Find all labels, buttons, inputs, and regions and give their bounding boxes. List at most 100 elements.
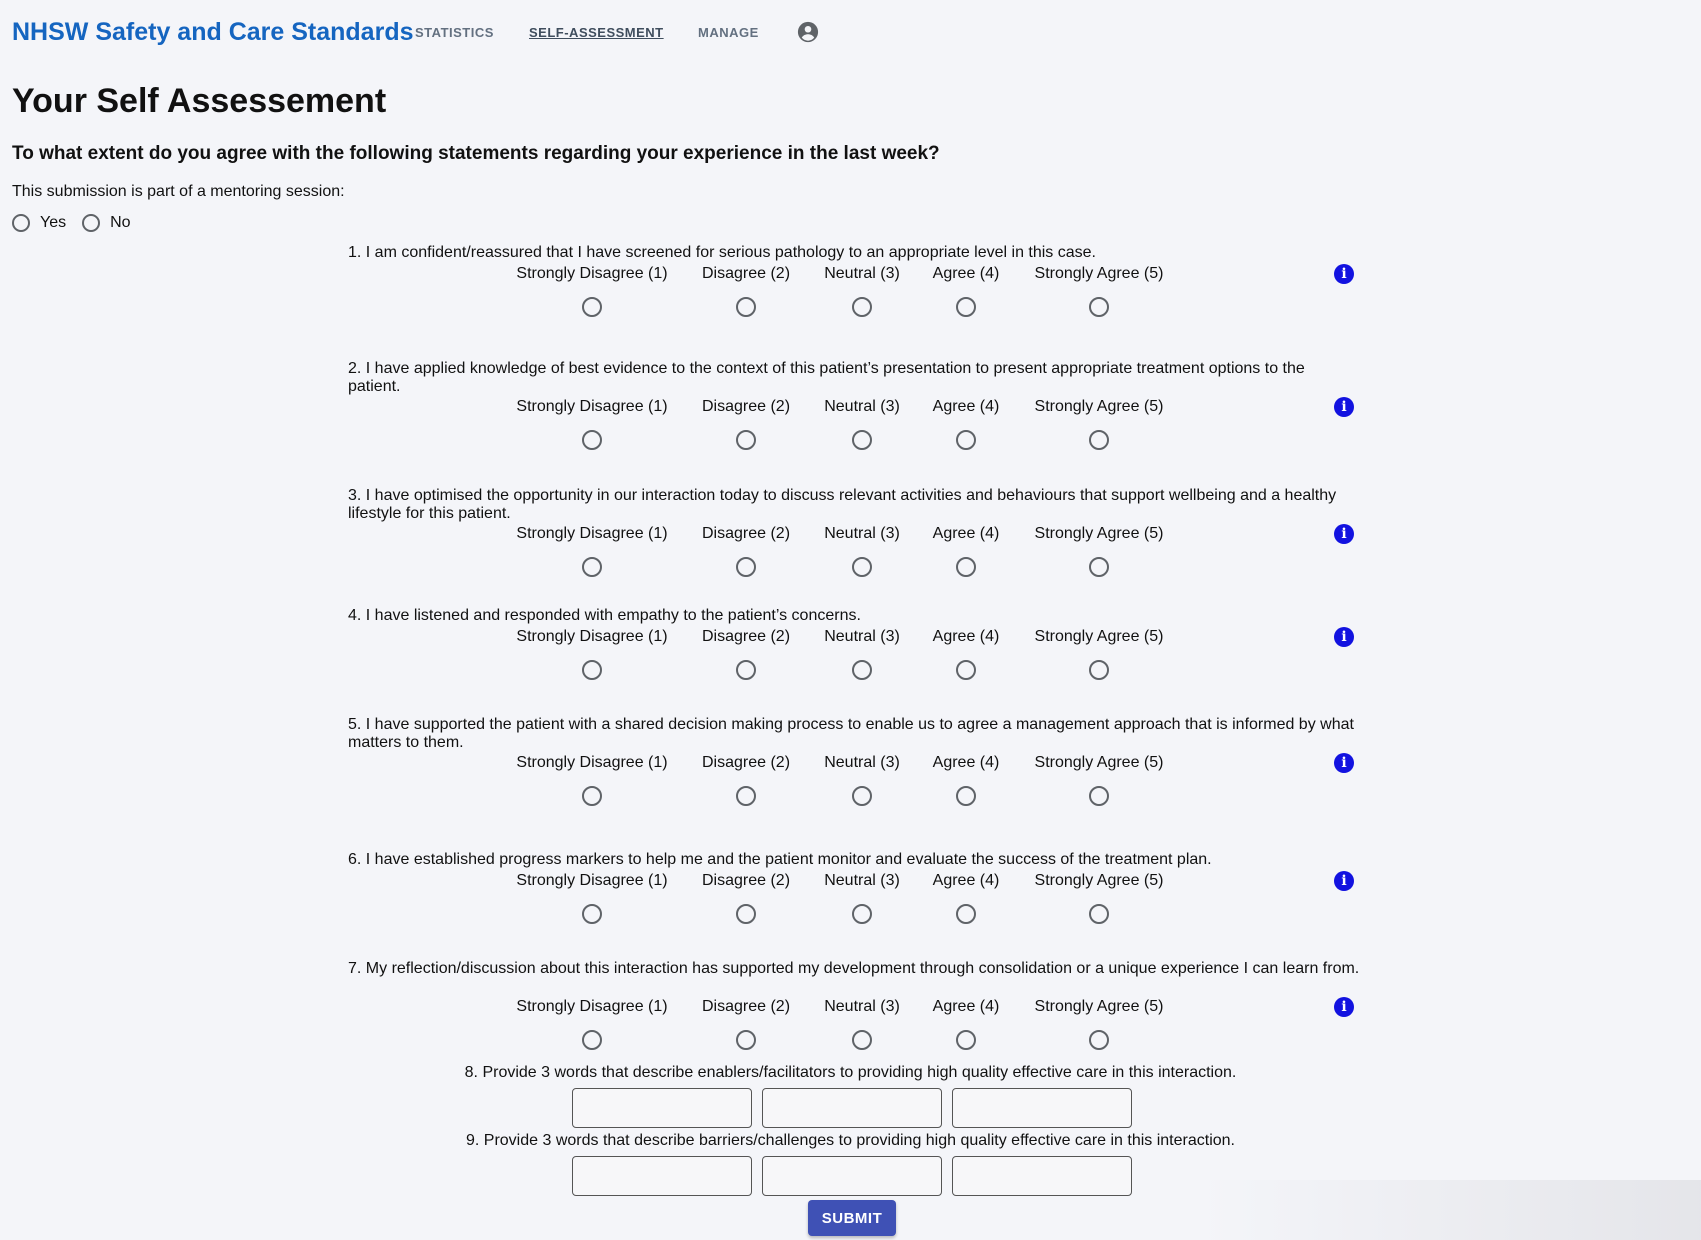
likert-radio-q5-1[interactable]	[582, 786, 602, 806]
enabler-word-input-2[interactable]	[762, 1088, 942, 1128]
scale-label: Strongly Agree (5)	[1034, 872, 1164, 889]
likert-radio-q1-1[interactable]	[582, 297, 602, 317]
barrier-word-input-3[interactable]	[952, 1156, 1132, 1196]
question-5-text: 5. I have supported the patient with a s…	[348, 716, 1354, 751]
likert-radio-q3-1[interactable]	[582, 557, 602, 577]
info-icon[interactable]: i	[1334, 524, 1354, 544]
question-2-text: 2. I have applied knowledge of best evid…	[348, 360, 1305, 395]
likert-radio-q5-4[interactable]	[956, 786, 976, 806]
likert-radio-q4-3[interactable]	[852, 660, 872, 680]
scale-label: Disagree (2)	[701, 998, 791, 1015]
scale-label: Strongly Agree (5)	[1034, 398, 1164, 415]
likert-question-2: 2. I have applied knowledge of best evid…	[348, 360, 1360, 450]
likert-question-7: 7. My reflection/discussion about this i…	[348, 960, 1360, 1050]
likert-radio-q4-1[interactable]	[582, 660, 602, 680]
likert-radio-q2-1[interactable]	[582, 430, 602, 450]
scale-label: Strongly Disagree (1)	[516, 525, 668, 542]
submit-button[interactable]: SUBMIT	[808, 1200, 896, 1236]
likert-question-3: 3. I have optimised the opportunity in o…	[348, 487, 1360, 577]
scale-label: Strongly Disagree (1)	[516, 398, 668, 415]
scale-label: Disagree (2)	[701, 628, 791, 645]
likert-radio-q6-1[interactable]	[582, 904, 602, 924]
likert-radio-q2-3[interactable]	[852, 430, 872, 450]
scale-label: Agree (4)	[932, 265, 1000, 282]
scale-label: Agree (4)	[932, 754, 1000, 771]
mentoring-yes-label: Yes	[40, 214, 67, 231]
nav-manage[interactable]: MANAGE	[698, 25, 759, 40]
likert-question-4: 4. I have listened and responded with em…	[348, 607, 1360, 680]
likert-question-1: 1. I am confident/reassured that I have …	[348, 244, 1360, 317]
likert-radio-q7-3[interactable]	[852, 1030, 872, 1050]
info-icon[interactable]: i	[1334, 397, 1354, 417]
likert-question-6: 6. I have established progress markers t…	[348, 851, 1360, 924]
question-8-text: 8. Provide 3 words that describe enabler…	[464, 1064, 1237, 1081]
scale-label: Strongly Disagree (1)	[516, 265, 668, 282]
brand-title[interactable]: NHSW Safety and Care Standards	[12, 18, 414, 47]
likert-radio-q7-1[interactable]	[582, 1030, 602, 1050]
likert-radio-q6-2[interactable]	[736, 904, 756, 924]
likert-radio-q7-5[interactable]	[1089, 1030, 1109, 1050]
barrier-word-input-2[interactable]	[762, 1156, 942, 1196]
scale-label: Neutral (3)	[824, 398, 900, 415]
scale-label: Strongly Agree (5)	[1034, 998, 1164, 1015]
likert-radio-q3-3[interactable]	[852, 557, 872, 577]
info-icon[interactable]: i	[1334, 264, 1354, 284]
scale-label: Agree (4)	[932, 398, 1000, 415]
scale-label: Agree (4)	[932, 998, 1000, 1015]
info-icon[interactable]: i	[1334, 753, 1354, 773]
likert-radio-q1-3[interactable]	[852, 297, 872, 317]
info-icon[interactable]: i	[1334, 627, 1354, 647]
page-title: Your Self Assessement	[12, 82, 387, 120]
mentoring-yes-radio[interactable]	[12, 214, 30, 232]
likert-radio-q1-2[interactable]	[736, 297, 756, 317]
likert-radio-q3-4[interactable]	[956, 557, 976, 577]
scale-label: Disagree (2)	[701, 525, 791, 542]
likert-radio-q7-2[interactable]	[736, 1030, 756, 1050]
likert-question-5: 5. I have supported the patient with a s…	[348, 716, 1360, 806]
info-icon[interactable]: i	[1334, 997, 1354, 1017]
likert-radio-q3-5[interactable]	[1089, 557, 1109, 577]
scale-label: Agree (4)	[932, 628, 1000, 645]
scale-label: Neutral (3)	[824, 998, 900, 1015]
enabler-word-input-3[interactable]	[952, 1088, 1132, 1128]
mentoring-label: This submission is part of a mentoring s…	[12, 183, 345, 200]
mentoring-no-label: No	[110, 214, 131, 231]
question-9-text: 9. Provide 3 words that describe barrier…	[465, 1132, 1235, 1149]
scale-label: Disagree (2)	[701, 398, 791, 415]
scale-label: Strongly Agree (5)	[1034, 754, 1164, 771]
scale-label: Neutral (3)	[824, 525, 900, 542]
likert-radio-q5-2[interactable]	[736, 786, 756, 806]
likert-radio-q3-2[interactable]	[736, 557, 756, 577]
likert-radio-q4-2[interactable]	[736, 660, 756, 680]
likert-radio-q1-4[interactable]	[956, 297, 976, 317]
scale-label: Strongly Disagree (1)	[516, 754, 668, 771]
likert-radio-q6-3[interactable]	[852, 904, 872, 924]
scale-label: Disagree (2)	[701, 265, 791, 282]
likert-radio-q2-5[interactable]	[1089, 430, 1109, 450]
scale-label: Neutral (3)	[824, 754, 900, 771]
likert-radio-q6-4[interactable]	[956, 904, 976, 924]
question-4-text: 4. I have listened and responded with em…	[348, 607, 861, 624]
likert-radio-q2-4[interactable]	[956, 430, 976, 450]
mentoring-no-radio[interactable]	[82, 214, 101, 232]
likert-radio-q4-4[interactable]	[956, 660, 976, 680]
scale-label: Disagree (2)	[701, 754, 791, 771]
likert-radio-q2-2[interactable]	[736, 430, 756, 450]
enabler-word-input-1[interactable]	[572, 1088, 752, 1128]
likert-radio-q5-5[interactable]	[1089, 786, 1109, 806]
likert-radio-q1-5[interactable]	[1089, 297, 1109, 317]
question-6-text: 6. I have established progress markers t…	[348, 851, 1212, 868]
likert-radio-q5-3[interactable]	[852, 786, 872, 806]
scale-label: Strongly Disagree (1)	[516, 872, 668, 889]
account-circle-icon[interactable]	[790, 14, 826, 50]
info-icon[interactable]: i	[1334, 871, 1354, 891]
likert-radio-q4-5[interactable]	[1089, 660, 1109, 680]
nav-statistics[interactable]: STATISTICS	[415, 25, 494, 40]
nav-self-assessment[interactable]: SELF-ASSESSMENT	[529, 25, 664, 40]
window-shadow	[1201, 1180, 1701, 1240]
likert-radio-q6-5[interactable]	[1089, 904, 1109, 924]
likert-radio-q7-4[interactable]	[956, 1030, 976, 1050]
question-7-text: 7. My reflection/discussion about this i…	[348, 960, 1360, 977]
barrier-word-input-1[interactable]	[572, 1156, 752, 1196]
scale-label: Agree (4)	[932, 525, 1000, 542]
